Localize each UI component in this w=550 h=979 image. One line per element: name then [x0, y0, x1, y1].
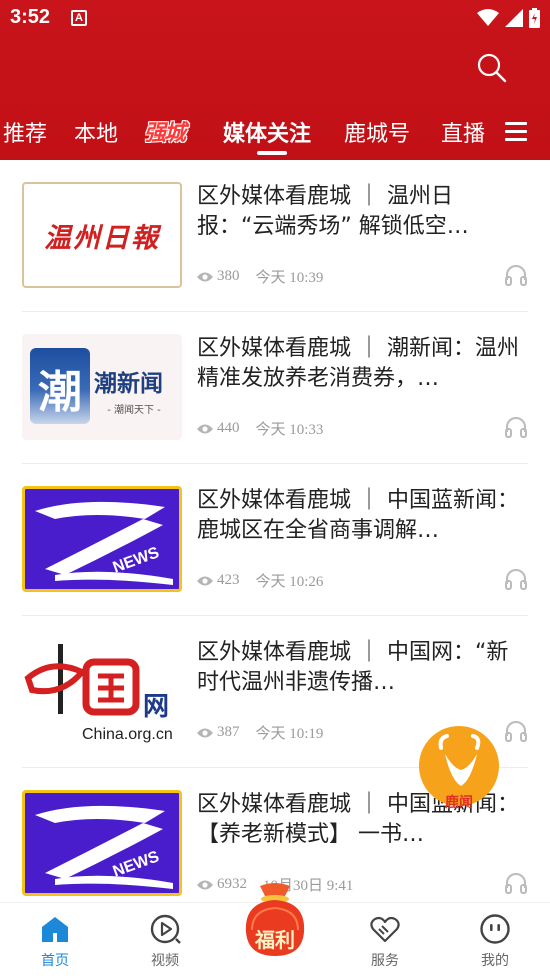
- nav-video-label: 视频: [151, 953, 179, 969]
- notification-icon: A: [71, 10, 87, 26]
- publish-time: 今天 10:33: [255, 422, 324, 438]
- status-bar: 3:52 A: [0, 0, 550, 38]
- zjtv-news-logo: NEWS: [35, 805, 173, 889]
- headphone-icon[interactable]: [504, 872, 528, 894]
- nav-welfare[interactable]: 福利: [238, 880, 312, 960]
- list-item[interactable]: 潮 潮新闻 - 潮闻天下 - 区外媒体看鹿城 ｜ 潮新闻：温州精准发放养老消费券…: [22, 312, 528, 464]
- wifi-icon: [477, 9, 499, 26]
- news-logo-text: NEWS: [111, 848, 162, 881]
- battery-icon: [529, 8, 540, 28]
- article-title: 区外媒体看鹿城 ｜ 中国网：“新时代温州非遗传播…: [197, 640, 509, 695]
- article-title: 区外媒体看鹿城 ｜ 中国蓝新闻：鹿城区在全省商事调解…: [197, 488, 519, 543]
- nav-me-label: 我的: [481, 953, 509, 969]
- article-meta: 380 今天 10:39: [197, 266, 323, 287]
- article-meta: 423 今天 10:26: [197, 570, 323, 591]
- chao-news-name: 潮新闻: [94, 371, 163, 397]
- wenzhou-daily-logo: 温州日報: [44, 223, 160, 254]
- china-org-text: China.org.cn: [82, 726, 173, 743]
- tab-local[interactable]: 本地: [74, 116, 118, 148]
- menu-icon[interactable]: [505, 122, 527, 142]
- handshake-heart-icon: [370, 916, 400, 943]
- views-icon: [197, 576, 213, 585]
- view-count: 387: [217, 724, 240, 740]
- views-icon: [197, 728, 213, 737]
- status-icons: [477, 8, 540, 28]
- welfare-label: 福利: [255, 928, 295, 952]
- nav-home-label: 首页: [41, 953, 69, 969]
- article-meta: 387 今天 10:19: [197, 722, 323, 743]
- channel-tabs: 推荐 本地 媒体关注 鹿城号 直播: [0, 110, 550, 160]
- tab-live[interactable]: 直播: [441, 116, 485, 148]
- zjtv-news-logo: NEWS: [35, 501, 173, 585]
- tab-recommend[interactable]: 推荐: [3, 116, 47, 148]
- article-thumbnail: NEWS: [22, 486, 182, 592]
- article-title: 区外媒体看鹿城 ｜ 潮新闻：温州精准发放养老消费券，…: [197, 336, 519, 391]
- article-thumbnail: 潮 潮新闻 - 潮闻天下 -: [22, 334, 182, 440]
- view-count: 440: [217, 420, 240, 436]
- article-thumbnail: NEWS: [22, 790, 182, 896]
- article-thumbnail: 温州日報: [22, 182, 182, 288]
- article-thumbnail: China.org.cn 网: [22, 638, 182, 744]
- list-item[interactable]: NEWS 区外媒体看鹿城 ｜ 中国蓝新闻：鹿城区在全省商事调解… 423 今天 …: [22, 464, 528, 616]
- luwen-label: 鹿闻: [445, 795, 473, 811]
- views-icon: [197, 424, 213, 433]
- publish-time: 今天 10:19: [255, 726, 324, 742]
- publish-time: 今天 10:26: [255, 574, 324, 590]
- tab-qiangcheng-logo[interactable]: 强城: [144, 115, 186, 147]
- signal-icon: [505, 9, 523, 27]
- status-time: 3:52: [10, 6, 51, 28]
- list-item[interactable]: 温州日報 区外媒体看鹿城 ｜ 温州日报：“云端秀场” 解锁低空… 380 今天 …: [22, 160, 528, 312]
- nav-home[interactable]: 首页: [0, 903, 110, 979]
- publish-time: 今天 10:39: [255, 270, 324, 286]
- floating-luwen-badge[interactable]: 鹿闻: [417, 724, 501, 814]
- views-icon: [197, 272, 213, 281]
- tab-lucheng-account[interactable]: 鹿城号: [344, 116, 410, 148]
- chao-news-slogan: - 潮闻天下 -: [107, 405, 161, 416]
- view-count: 380: [217, 268, 240, 284]
- views-icon: [197, 880, 213, 889]
- profile-face-icon: [480, 914, 510, 944]
- headphone-icon[interactable]: [504, 568, 528, 590]
- nav-service-label: 服务: [371, 953, 399, 969]
- video-icon: [150, 914, 181, 944]
- nav-me[interactable]: 我的: [440, 903, 550, 979]
- active-tab-indicator: [257, 151, 287, 155]
- nav-service[interactable]: 服务: [330, 903, 440, 979]
- chao-logo-char: 潮: [38, 367, 82, 418]
- tab-media[interactable]: 媒体关注: [223, 116, 311, 148]
- headphone-icon[interactable]: [504, 720, 528, 742]
- headphone-icon[interactable]: [504, 416, 528, 438]
- headphone-icon[interactable]: [504, 264, 528, 286]
- article-title: 区外媒体看鹿城 ｜ 温州日报：“云端秀场” 解锁低空…: [197, 184, 469, 239]
- view-count: 423: [217, 572, 240, 588]
- article-meta: 440 今天 10:33: [197, 418, 323, 439]
- nav-video[interactable]: 视频: [110, 903, 220, 979]
- china-org-wang: 网: [143, 692, 170, 722]
- search-icon[interactable]: [474, 50, 508, 84]
- home-icon: [42, 917, 68, 942]
- news-logo-text: NEWS: [111, 544, 162, 577]
